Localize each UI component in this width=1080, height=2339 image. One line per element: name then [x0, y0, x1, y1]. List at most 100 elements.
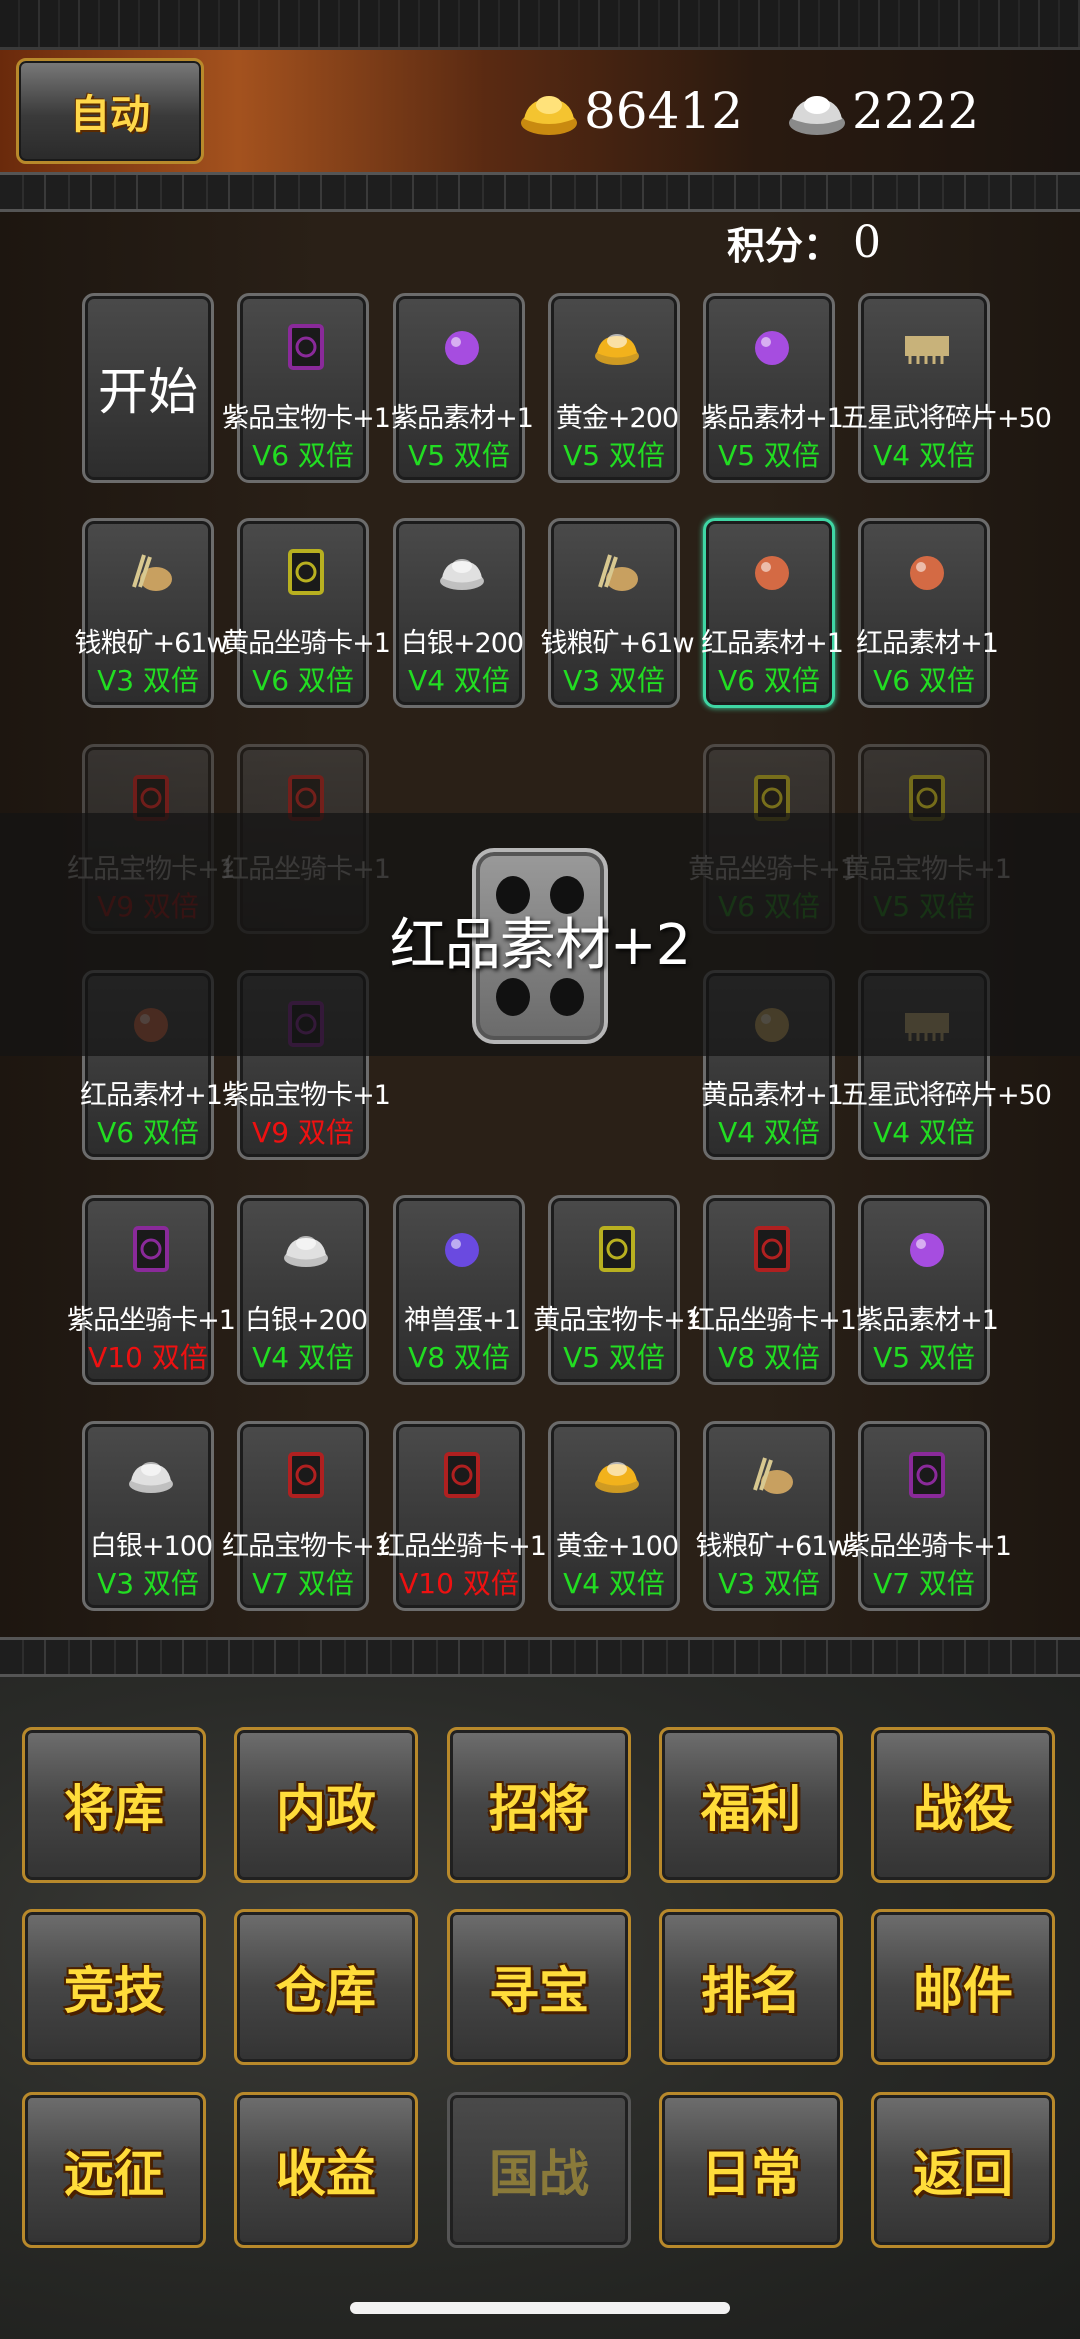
welfare-button[interactable]: 福利	[659, 1727, 843, 1883]
board-cell: 紫品坐骑卡+1 V10 双倍	[67, 1195, 236, 1385]
board-cell: 紫品宝物卡+1 V6 双倍	[222, 293, 391, 483]
cell-reward-name: 红品坐骑卡+1	[688, 1305, 857, 1336]
red-mount-card-icon	[437, 1450, 487, 1500]
board-cell: 紫品素材+1 V5 双倍	[856, 1195, 999, 1385]
start-button[interactable]: 开始	[82, 293, 214, 483]
purple-treasure-card-icon	[281, 322, 331, 372]
generals-button[interactable]: 将库	[22, 1727, 206, 1883]
roll-result-text: 红品素材+2	[389, 913, 692, 978]
top-border	[0, 0, 1080, 50]
cell-reward-name: 白银+100	[89, 1531, 213, 1562]
cell-reward-name: 钱粮矿+61w	[74, 628, 228, 659]
start-label: 开始	[98, 363, 198, 421]
cell-vip-multiplier: V6 双倍	[873, 664, 975, 697]
menu-button-label: 福利	[701, 1780, 801, 1838]
treasure-hunt-button[interactable]: 寻宝	[447, 1909, 631, 2065]
red-mount-card-icon	[747, 1224, 797, 1274]
cell-vip-multiplier: V10 双倍	[88, 1341, 208, 1374]
menu-button-label: 内政	[276, 1780, 376, 1838]
menu-button-label: 国战	[489, 2145, 589, 2203]
board-cell: 五星武将碎片+50 V4 双倍	[841, 293, 1052, 483]
cell-vip-multiplier: V5 双倍	[563, 439, 665, 472]
domestic-button[interactable]: 内政	[234, 1727, 418, 1883]
silver-ingot-icon	[126, 1450, 176, 1500]
cell-vip-multiplier: V6 双倍	[97, 1116, 199, 1149]
auto-button[interactable]: 自动	[16, 58, 204, 164]
board-cell: 钱粮矿+61w V3 双倍	[540, 518, 695, 708]
board-cell: 钱粮矿+61w V3 双倍	[695, 1421, 850, 1611]
cell-reward-name: 紫品坐骑卡+1	[67, 1305, 236, 1336]
board-cell: 红品坐骑卡+1 V10 双倍	[378, 1421, 547, 1611]
menu-button-label: 邮件	[913, 1962, 1013, 2020]
menu-button-label: 返回	[913, 2145, 1013, 2203]
cell-reward-name: 紫品素材+1	[856, 1305, 999, 1336]
daily-button[interactable]: 日常	[659, 2092, 843, 2248]
cell-vip-multiplier: V4 双倍	[252, 1341, 354, 1374]
menu-button-label: 收益	[276, 2145, 376, 2203]
cell-vip-multiplier: V9 双倍	[252, 1116, 354, 1149]
menu-border	[0, 1637, 1080, 1677]
mail-button[interactable]: 邮件	[871, 1909, 1055, 2065]
cell-reward-name: 紫品宝物卡+1	[222, 1080, 391, 1111]
grain-ore-icon	[592, 547, 642, 597]
board-cell: 红品坐骑卡+1 V8 双倍	[688, 1195, 857, 1385]
cell-vip-multiplier: V4 双倍	[563, 1567, 665, 1600]
cell-reward-name: 白银+200	[244, 1305, 368, 1336]
cell-vip-multiplier: V8 双倍	[718, 1341, 820, 1374]
national-war-button[interactable]: 国战	[447, 2092, 631, 2248]
beast-egg-icon	[437, 1224, 487, 1274]
gold-counter: 86412	[518, 80, 743, 142]
back-button[interactable]: 返回	[871, 2092, 1055, 2248]
grain-ore-icon	[747, 1450, 797, 1500]
board-cell: 红品素材+1 V6 双倍	[701, 518, 844, 708]
gold-ingot-icon	[521, 96, 577, 135]
arena-button[interactable]: 竞技	[22, 1909, 206, 2065]
yellow-treasure-card-icon	[592, 1224, 642, 1274]
ranking-button[interactable]: 排名	[659, 1909, 843, 2065]
menu-button-label: 远征	[64, 2145, 164, 2203]
board-cell: 黄金+100 V4 双倍	[548, 1421, 680, 1611]
score-display: 积分： 0	[727, 212, 881, 272]
purple-gem-icon	[747, 322, 797, 372]
board-cell: 钱粮矿+61w V3 双倍	[74, 518, 229, 708]
cell-reward-name: 红品素材+1	[856, 628, 999, 659]
cell-reward-name: 钱粮矿+61w	[695, 1531, 849, 1562]
cell-vip-multiplier: V7 双倍	[873, 1567, 975, 1600]
cell-vip-multiplier: V5 双倍	[563, 1341, 665, 1374]
menu-button-label: 招将	[489, 1780, 589, 1838]
gold-amount: 86412	[584, 82, 744, 140]
cell-reward-name: 黄金+100	[555, 1531, 679, 1562]
cell-reward-name: 钱粮矿+61w	[540, 628, 694, 659]
board-cell: 白银+100 V3 双倍	[82, 1421, 214, 1611]
cell-reward-name: 黄金+200	[555, 403, 679, 434]
board-cell: 神兽蛋+1 V8 双倍	[393, 1195, 525, 1385]
expedition-button[interactable]: 远征	[22, 2092, 206, 2248]
menu-button-label: 战役	[913, 1780, 1013, 1838]
cell-vip-multiplier: V5 双倍	[873, 1341, 975, 1374]
cell-reward-name: 红品宝物卡+1	[222, 1531, 391, 1562]
cell-vip-multiplier: V4 双倍	[873, 1116, 975, 1149]
cell-reward-name: 紫品素材+1	[701, 403, 844, 434]
menu-button-label: 仓库	[276, 1962, 376, 2020]
gold-ingot-icon	[592, 1450, 642, 1500]
cell-vip-multiplier: V4 双倍	[408, 664, 510, 697]
general-fragment-icon	[902, 322, 952, 372]
cell-reward-name: 黄品宝物卡+1	[533, 1305, 702, 1336]
silver-ingot-icon	[437, 547, 487, 597]
cell-reward-name: 黄品坐骑卡+1	[222, 628, 391, 659]
cell-vip-multiplier: V8 双倍	[408, 1341, 510, 1374]
home-indicator[interactable]	[350, 2302, 730, 2314]
earnings-button[interactable]: 收益	[234, 2092, 418, 2248]
auto-button-label: 自动	[70, 92, 150, 138]
menu-button-label: 将库	[64, 1780, 164, 1838]
silver-ingot-icon	[789, 96, 845, 135]
cell-reward-name: 紫品素材+1	[391, 403, 534, 434]
gold-ingot-icon	[592, 322, 642, 372]
board-cell: 黄品坐骑卡+1 V6 双倍	[222, 518, 391, 708]
recruit-button[interactable]: 招将	[447, 1727, 631, 1883]
board-cell: 红品宝物卡+1 V7 双倍	[222, 1421, 391, 1611]
warehouse-button[interactable]: 仓库	[234, 1909, 418, 2065]
cell-vip-multiplier: V4 双倍	[873, 439, 975, 472]
campaign-button[interactable]: 战役	[871, 1727, 1055, 1883]
cell-vip-multiplier: V6 双倍	[718, 664, 820, 697]
